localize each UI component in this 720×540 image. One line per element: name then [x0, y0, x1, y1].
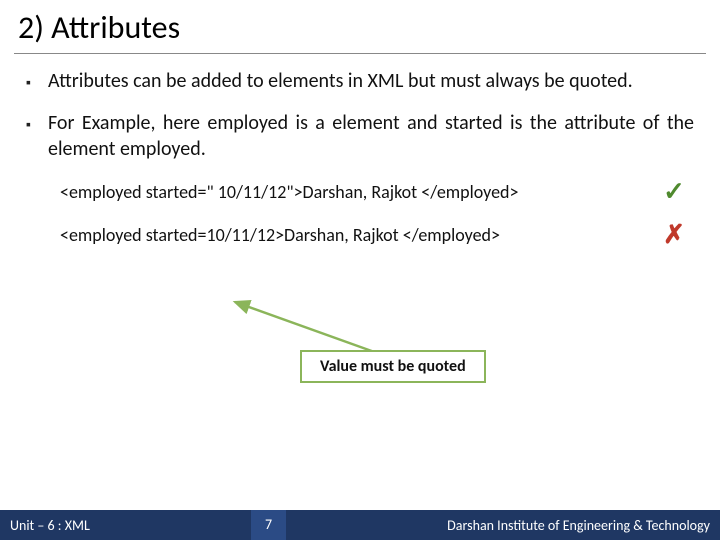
footer-bar: Unit – 6 : XML 7 Darshan Institute of En…	[0, 510, 720, 540]
footer-page: 7	[251, 510, 286, 540]
bullet-item: ▪ Attributes can be added to elements in…	[26, 68, 694, 96]
cross-icon: ✗	[654, 219, 694, 250]
callout-box: Value must be quoted	[300, 350, 486, 383]
example-correct: <employed started=" 10/11/12">Darshan, R…	[60, 176, 694, 207]
check-icon: ✓	[654, 176, 694, 207]
bullet-item: ▪ For Example, here employed is a elemen…	[26, 110, 694, 162]
example-wrong: <employed started=10/11/12>Darshan, Rajk…	[60, 219, 694, 250]
bullet-marker: ▪	[26, 68, 48, 96]
code-correct: <employed started=" 10/11/12">Darshan, R…	[60, 181, 654, 203]
footer-institute: Darshan Institute of Engineering & Techn…	[447, 517, 720, 534]
footer-page-wrap: 7	[90, 510, 447, 540]
examples-block: <employed started=" 10/11/12">Darshan, R…	[60, 176, 694, 250]
code-wrong: <employed started=10/11/12>Darshan, Rajk…	[60, 224, 654, 246]
bullet-text: For Example, here employed is a element …	[48, 110, 694, 162]
bullet-text: Attributes can be added to elements in X…	[48, 68, 633, 96]
title-underline	[14, 53, 706, 54]
footer-unit: Unit – 6 : XML	[0, 517, 90, 534]
slide-title: 2) Attributes	[0, 0, 720, 51]
bullet-marker: ▪	[26, 110, 48, 162]
content-area: ▪ Attributes can be added to elements in…	[0, 68, 720, 250]
